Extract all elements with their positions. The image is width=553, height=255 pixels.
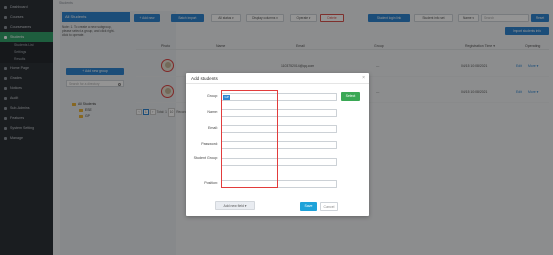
name-label: Name: xyxy=(207,110,218,114)
add-students-dialog: Add students × Group: GP Select Name: Em… xyxy=(186,73,369,216)
group-label: Group: xyxy=(207,94,218,98)
highlight-box xyxy=(221,90,278,188)
close-icon[interactable]: × xyxy=(362,75,365,81)
password-label: Password: xyxy=(201,142,218,146)
select-group-button[interactable]: Select xyxy=(341,92,360,101)
dialog-title: Add students xyxy=(186,73,369,84)
add-new-field-button[interactable]: Add new field ▾ xyxy=(215,201,255,210)
student-group-label: Student Group: xyxy=(193,156,218,160)
cancel-button[interactable]: Cancel xyxy=(320,202,338,211)
save-button[interactable]: Save xyxy=(300,202,317,211)
position-label: Position: xyxy=(204,181,218,185)
email-label: Email: xyxy=(208,126,218,130)
